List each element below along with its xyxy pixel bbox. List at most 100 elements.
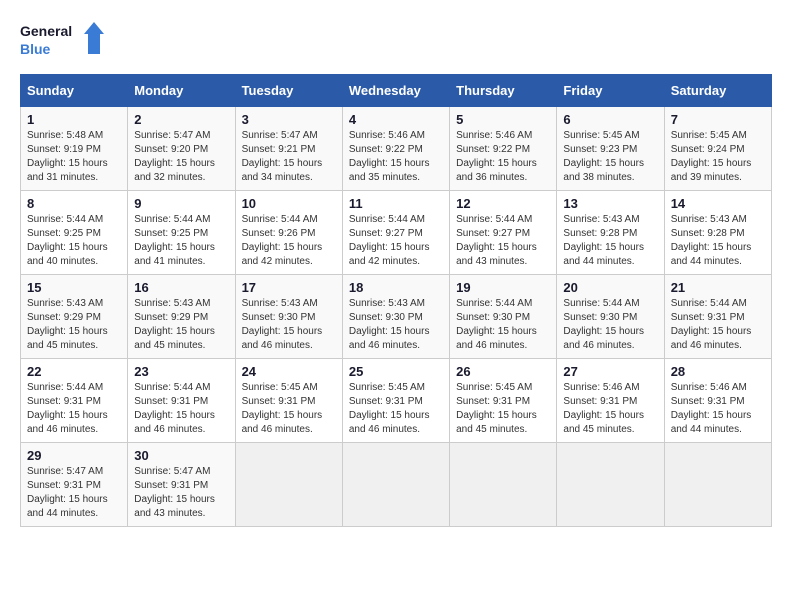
day-info: Sunrise: 5:44 AM Sunset: 9:31 PM Dayligh… <box>671 297 765 353</box>
calendar-cell: 30 Sunrise: 5:47 AM Sunset: 9:31 PM Dayli… <box>128 443 235 527</box>
weekday-header-sunday: Sunday <box>21 75 128 107</box>
calendar-week-row: 1 Sunrise: 5:48 AM Sunset: 9:19 PM Daylig… <box>21 107 772 191</box>
logo: General Blue <box>20 20 110 64</box>
day-info: Sunrise: 5:43 AM Sunset: 9:29 PM Dayligh… <box>27 297 121 353</box>
calendar-cell: 18 Sunrise: 5:43 AM Sunset: 9:30 PM Dayli… <box>342 275 449 359</box>
day-number: 30 <box>134 448 228 463</box>
day-number: 10 <box>242 196 336 211</box>
day-info: Sunrise: 5:45 AM Sunset: 9:24 PM Dayligh… <box>671 129 765 185</box>
day-number: 13 <box>563 196 657 211</box>
day-number: 26 <box>456 364 550 379</box>
calendar-week-row: 22 Sunrise: 5:44 AM Sunset: 9:31 PM Dayli… <box>21 359 772 443</box>
day-number: 28 <box>671 364 765 379</box>
calendar-cell: 6 Sunrise: 5:45 AM Sunset: 9:23 PM Daylig… <box>557 107 664 191</box>
calendar-cell: 3 Sunrise: 5:47 AM Sunset: 9:21 PM Daylig… <box>235 107 342 191</box>
day-number: 19 <box>456 280 550 295</box>
day-number: 29 <box>27 448 121 463</box>
day-number: 5 <box>456 112 550 127</box>
day-number: 22 <box>27 364 121 379</box>
calendar-cell: 4 Sunrise: 5:46 AM Sunset: 9:22 PM Daylig… <box>342 107 449 191</box>
page-header: General Blue <box>20 20 772 64</box>
calendar-cell: 2 Sunrise: 5:47 AM Sunset: 9:20 PM Daylig… <box>128 107 235 191</box>
day-info: Sunrise: 5:46 AM Sunset: 9:22 PM Dayligh… <box>349 129 443 185</box>
day-info: Sunrise: 5:47 AM Sunset: 9:31 PM Dayligh… <box>134 465 228 521</box>
day-info: Sunrise: 5:44 AM Sunset: 9:27 PM Dayligh… <box>349 213 443 269</box>
calendar-cell: 29 Sunrise: 5:47 AM Sunset: 9:31 PM Dayli… <box>21 443 128 527</box>
day-number: 27 <box>563 364 657 379</box>
day-info: Sunrise: 5:47 AM Sunset: 9:21 PM Dayligh… <box>242 129 336 185</box>
day-number: 9 <box>134 196 228 211</box>
day-number: 23 <box>134 364 228 379</box>
weekday-header-monday: Monday <box>128 75 235 107</box>
day-number: 12 <box>456 196 550 211</box>
day-number: 20 <box>563 280 657 295</box>
calendar-cell: 14 Sunrise: 5:43 AM Sunset: 9:28 PM Dayli… <box>664 191 771 275</box>
day-info: Sunrise: 5:47 AM Sunset: 9:20 PM Dayligh… <box>134 129 228 185</box>
calendar-cell: 27 Sunrise: 5:46 AM Sunset: 9:31 PM Dayli… <box>557 359 664 443</box>
day-info: Sunrise: 5:43 AM Sunset: 9:28 PM Dayligh… <box>671 213 765 269</box>
calendar-cell: 28 Sunrise: 5:46 AM Sunset: 9:31 PM Dayli… <box>664 359 771 443</box>
day-number: 21 <box>671 280 765 295</box>
day-number: 6 <box>563 112 657 127</box>
svg-text:General: General <box>20 23 72 39</box>
calendar-cell: 12 Sunrise: 5:44 AM Sunset: 9:27 PM Dayli… <box>450 191 557 275</box>
day-number: 15 <box>27 280 121 295</box>
day-number: 14 <box>671 196 765 211</box>
day-info: Sunrise: 5:43 AM Sunset: 9:30 PM Dayligh… <box>349 297 443 353</box>
calendar-cell <box>557 443 664 527</box>
day-info: Sunrise: 5:43 AM Sunset: 9:30 PM Dayligh… <box>242 297 336 353</box>
day-info: Sunrise: 5:44 AM Sunset: 9:31 PM Dayligh… <box>27 381 121 437</box>
calendar-cell <box>450 443 557 527</box>
day-info: Sunrise: 5:45 AM Sunset: 9:31 PM Dayligh… <box>242 381 336 437</box>
calendar-cell: 22 Sunrise: 5:44 AM Sunset: 9:31 PM Dayli… <box>21 359 128 443</box>
day-info: Sunrise: 5:46 AM Sunset: 9:31 PM Dayligh… <box>563 381 657 437</box>
calendar-cell: 5Sunrise: 5:46 AM Sunset: 9:22 PM Daylig… <box>450 107 557 191</box>
weekday-header-row: SundayMondayTuesdayWednesdayThursdayFrid… <box>21 75 772 107</box>
calendar-cell: 21 Sunrise: 5:44 AM Sunset: 9:31 PM Dayli… <box>664 275 771 359</box>
calendar-cell: 26Sunrise: 5:45 AM Sunset: 9:31 PM Dayli… <box>450 359 557 443</box>
calendar-cell: 10Sunrise: 5:44 AM Sunset: 9:26 PM Dayli… <box>235 191 342 275</box>
calendar-cell: 17 Sunrise: 5:43 AM Sunset: 9:30 PM Dayli… <box>235 275 342 359</box>
day-number: 2 <box>134 112 228 127</box>
day-info: Sunrise: 5:44 AM Sunset: 9:31 PM Dayligh… <box>134 381 228 437</box>
weekday-header-thursday: Thursday <box>450 75 557 107</box>
calendar-table: SundayMondayTuesdayWednesdayThursdayFrid… <box>20 74 772 527</box>
day-number: 7 <box>671 112 765 127</box>
calendar-cell: 25Sunrise: 5:45 AM Sunset: 9:31 PM Dayli… <box>342 359 449 443</box>
calendar-cell: 24 Sunrise: 5:45 AM Sunset: 9:31 PM Dayli… <box>235 359 342 443</box>
day-info: Sunrise: 5:47 AM Sunset: 9:31 PM Dayligh… <box>27 465 121 521</box>
weekday-header-saturday: Saturday <box>664 75 771 107</box>
day-number: 24 <box>242 364 336 379</box>
day-info: Sunrise: 5:45 AM Sunset: 9:23 PM Dayligh… <box>563 129 657 185</box>
day-info: Sunrise: 5:48 AM Sunset: 9:19 PM Dayligh… <box>27 129 121 185</box>
calendar-cell: 9 Sunrise: 5:44 AM Sunset: 9:25 PM Daylig… <box>128 191 235 275</box>
day-number: 18 <box>349 280 443 295</box>
day-info: Sunrise: 5:44 AM Sunset: 9:25 PM Dayligh… <box>134 213 228 269</box>
calendar-cell <box>235 443 342 527</box>
day-info: Sunrise: 5:46 AM Sunset: 9:31 PM Dayligh… <box>671 381 765 437</box>
calendar-cell: 23 Sunrise: 5:44 AM Sunset: 9:31 PM Dayli… <box>128 359 235 443</box>
day-info: Sunrise: 5:44 AM Sunset: 9:25 PM Dayligh… <box>27 213 121 269</box>
calendar-week-row: 8 Sunrise: 5:44 AM Sunset: 9:25 PM Daylig… <box>21 191 772 275</box>
day-number: 17 <box>242 280 336 295</box>
day-info: Sunrise: 5:44 AM Sunset: 9:30 PM Dayligh… <box>456 297 550 353</box>
weekday-header-friday: Friday <box>557 75 664 107</box>
calendar-cell: 15 Sunrise: 5:43 AM Sunset: 9:29 PM Dayli… <box>21 275 128 359</box>
day-number: 8 <box>27 196 121 211</box>
calendar-cell: 20 Sunrise: 5:44 AM Sunset: 9:30 PM Dayli… <box>557 275 664 359</box>
day-number: 1 <box>27 112 121 127</box>
calendar-cell: 1 Sunrise: 5:48 AM Sunset: 9:19 PM Daylig… <box>21 107 128 191</box>
calendar-week-row: 15 Sunrise: 5:43 AM Sunset: 9:29 PM Dayli… <box>21 275 772 359</box>
calendar-week-row: 29 Sunrise: 5:47 AM Sunset: 9:31 PM Dayli… <box>21 443 772 527</box>
calendar-cell: 11 Sunrise: 5:44 AM Sunset: 9:27 PM Dayli… <box>342 191 449 275</box>
day-number: 3 <box>242 112 336 127</box>
weekday-header-tuesday: Tuesday <box>235 75 342 107</box>
day-info: Sunrise: 5:44 AM Sunset: 9:30 PM Dayligh… <box>563 297 657 353</box>
day-number: 16 <box>134 280 228 295</box>
day-info: Sunrise: 5:44 AM Sunset: 9:27 PM Dayligh… <box>456 213 550 269</box>
day-number: 4 <box>349 112 443 127</box>
calendar-cell <box>342 443 449 527</box>
day-info: Sunrise: 5:43 AM Sunset: 9:28 PM Dayligh… <box>563 213 657 269</box>
calendar-cell: 16Sunrise: 5:43 AM Sunset: 9:29 PM Dayli… <box>128 275 235 359</box>
day-number: 11 <box>349 196 443 211</box>
